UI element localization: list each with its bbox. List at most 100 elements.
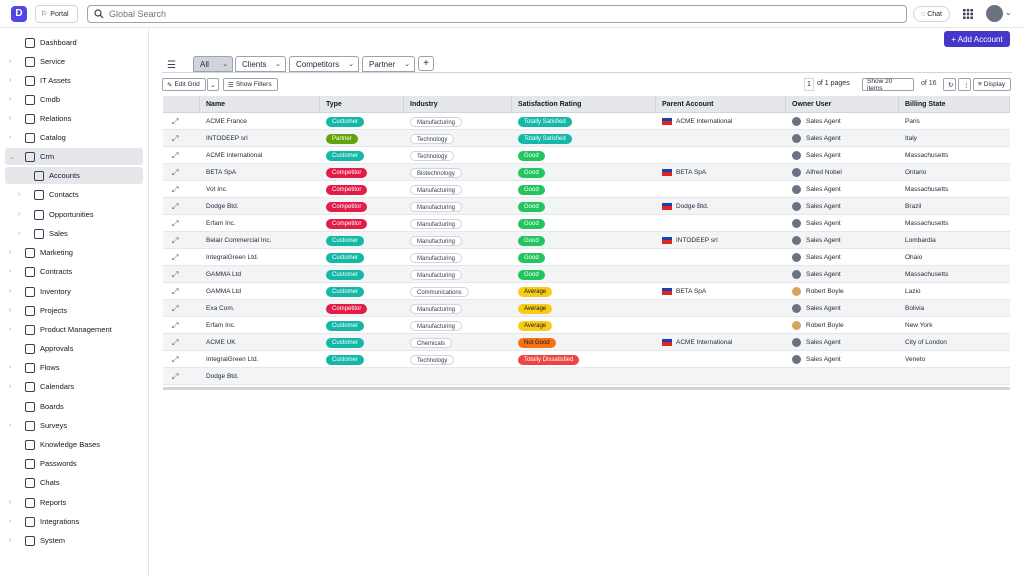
cell-name[interactable]: INTODEEP srl (200, 130, 320, 147)
cell-owner[interactable]: Sales Agent (786, 232, 899, 249)
cell-owner[interactable]: Sales Agent (786, 351, 899, 368)
cell-owner[interactable]: Sales Agent (786, 147, 899, 164)
table-row[interactable]: ⤢ IntegralGreen Ltd. Customer Manufacturing… (163, 249, 1010, 266)
cell-parent[interactable] (656, 266, 786, 283)
portal-button[interactable]: ⚐ Portal (35, 5, 78, 23)
cell-name[interactable]: Belair Commercial Inc. (200, 232, 320, 249)
expand-row-icon[interactable]: ⤢ (172, 185, 178, 195)
cell-parent[interactable] (656, 317, 786, 334)
cell-owner[interactable]: Sales Agent (786, 215, 899, 232)
sidebar-item-inventory[interactable]: › Inventory (0, 283, 148, 300)
expand-row-icon[interactable]: ⤢ (172, 134, 178, 144)
chat-button[interactable]: ◌ Chat (913, 6, 950, 22)
expand-row-icon[interactable]: ⤢ (172, 117, 178, 127)
sidebar-item-product-management[interactable]: › Product Management (0, 321, 148, 338)
cell-owner[interactable] (786, 368, 899, 385)
chevron-down-icon[interactable]: ⌄ (1005, 8, 1012, 17)
cell-parent[interactable] (656, 368, 786, 385)
cell-name[interactable]: Erfam Inc. (200, 215, 320, 232)
cell-name[interactable]: GAMMA Ltd (200, 283, 320, 300)
tab-all[interactable]: All ⌄ (193, 56, 233, 72)
cell-parent[interactable]: BETA SpA (656, 283, 786, 300)
cell-name[interactable]: IntegralGreen Ltd. (200, 351, 320, 368)
column-header-billing-state[interactable]: Billing State (899, 96, 1010, 113)
cell-parent[interactable] (656, 351, 786, 368)
sidebar-item-surveys[interactable]: › Surveys (0, 417, 148, 434)
tab-clients[interactable]: Clients ⌄ (235, 56, 286, 72)
table-row[interactable]: ⤢ GAMMA Ltd Customer Communications Average B… (163, 283, 1010, 300)
cell-owner[interactable]: Sales Agent (786, 181, 899, 198)
user-avatar[interactable] (986, 5, 1003, 22)
column-header-industry[interactable]: Industry (404, 96, 512, 113)
cell-parent[interactable]: BETA SpA (656, 164, 786, 181)
expand-row-icon[interactable]: ⤢ (172, 270, 178, 280)
global-search[interactable] (87, 5, 907, 23)
table-row[interactable]: ⤢ ACME International Customer Technology Goo… (163, 147, 1010, 164)
table-row[interactable]: ⤢ Vot Inc. Competitor Manufacturing Good Sale… (163, 181, 1010, 198)
cell-name[interactable]: Dodge Btd. (200, 368, 320, 385)
cell-name[interactable]: Dodge Btd. (200, 198, 320, 215)
column-header-name[interactable]: Name (200, 96, 320, 113)
table-row[interactable]: ⤢ Erfam Inc. Customer Manufacturing Average R… (163, 317, 1010, 334)
sidebar-item-service[interactable]: › Service (0, 53, 148, 70)
sidebar-item-knowledge-bases[interactable]: Knowledge Bases (0, 436, 148, 453)
cell-name[interactable]: Erfam Inc. (200, 317, 320, 334)
table-row[interactable]: ⤢ IntegralGreen Ltd. Customer Technology Tot… (163, 351, 1010, 368)
cell-owner[interactable]: Sales Agent (786, 334, 899, 351)
expand-row-icon[interactable]: ⤢ (172, 219, 178, 229)
expand-row-icon[interactable]: ⤢ (172, 287, 178, 297)
edit-grid-dropdown[interactable]: ⌄ (207, 78, 219, 91)
sidebar-item-marketing[interactable]: › Marketing (0, 244, 148, 261)
table-row[interactable]: ⤢ GAMMA Ltd Customer Manufacturing Good Sales… (163, 266, 1010, 283)
cell-owner[interactable]: Alfred Nobel (786, 164, 899, 181)
cell-name[interactable]: BETA SpA (200, 164, 320, 181)
sidebar-item-system[interactable]: › System (0, 532, 148, 549)
sidebar-item-calendars[interactable]: › Calendars (0, 378, 148, 395)
table-row[interactable]: ⤢ Exa Com. Competitor Manufacturing Average S… (163, 300, 1010, 317)
cell-parent[interactable] (656, 130, 786, 147)
app-logo[interactable]: D (11, 6, 27, 22)
sidebar-item-crm[interactable]: ⌄ Crm (5, 148, 143, 165)
sidebar-item-contacts[interactable]: › Contacts (0, 186, 148, 203)
cell-owner[interactable]: Sales Agent (786, 266, 899, 283)
table-row[interactable]: ⤢ ACME UK Customer Chemicals Not Good ACME In… (163, 334, 1010, 351)
cell-parent[interactable]: INTODEEP srl (656, 232, 786, 249)
cell-name[interactable]: Exa Com. (200, 300, 320, 317)
cell-name[interactable]: ACME International (200, 147, 320, 164)
sidebar-item-opportunities[interactable]: › Opportunities (0, 206, 148, 223)
sidebar-item-boards[interactable]: Boards (0, 398, 148, 415)
column-header-type[interactable]: Type (320, 96, 404, 113)
expand-row-icon[interactable]: ⤢ (172, 372, 178, 382)
cell-parent[interactable]: Dodge Btd. (656, 198, 786, 215)
column-header-satisfaction-rating[interactable]: Satisfaction Rating (512, 96, 656, 113)
cell-owner[interactable]: Sales Agent (786, 198, 899, 215)
display-button[interactable]: ≡ Display (973, 78, 1011, 91)
cell-parent[interactable] (656, 300, 786, 317)
sidebar-item-relations[interactable]: › Relations (0, 110, 148, 127)
expand-row-icon[interactable]: ⤢ (172, 338, 178, 348)
sidebar-item-flows[interactable]: › Flows (0, 359, 148, 376)
sidebar-item-passwords[interactable]: Passwords (0, 455, 148, 472)
page-size-select[interactable]: Show 20 items (862, 78, 914, 92)
sidebar-item-integrations[interactable]: › Integrations (0, 513, 148, 530)
expand-row-icon[interactable]: ⤢ (172, 253, 178, 263)
refresh-button[interactable]: ↻ (943, 78, 956, 91)
cell-owner[interactable]: Robert Boyle (786, 283, 899, 300)
expand-row-icon[interactable]: ⤢ (172, 304, 178, 314)
table-row[interactable]: ⤢ BETA SpA Competitor Biotechnology Good BETA… (163, 164, 1010, 181)
header-expand-column[interactable] (163, 96, 200, 113)
sidebar-item-reports[interactable]: › Reports (0, 494, 148, 511)
table-row[interactable]: ⤢ Belair Commercial Inc. Customer Manufactu… (163, 232, 1010, 249)
expand-row-icon[interactable]: ⤢ (172, 355, 178, 365)
add-account-button[interactable]: + Add Account (944, 31, 1010, 47)
expand-row-icon[interactable]: ⤢ (172, 168, 178, 178)
expand-row-icon[interactable]: ⤢ (172, 236, 178, 246)
sidebar-item-accounts[interactable]: Accounts (5, 167, 143, 184)
sidebar-item-cmdb[interactable]: › Cmdb (0, 91, 148, 108)
cell-name[interactable]: Vot Inc. (200, 181, 320, 198)
cell-owner[interactable]: Robert Boyle (786, 317, 899, 334)
cell-name[interactable]: IntegralGreen Ltd. (200, 249, 320, 266)
sidebar-item-approvals[interactable]: Approvals (0, 340, 148, 357)
cell-parent[interactable]: ACME International (656, 334, 786, 351)
cell-owner[interactable]: Sales Agent (786, 113, 899, 130)
